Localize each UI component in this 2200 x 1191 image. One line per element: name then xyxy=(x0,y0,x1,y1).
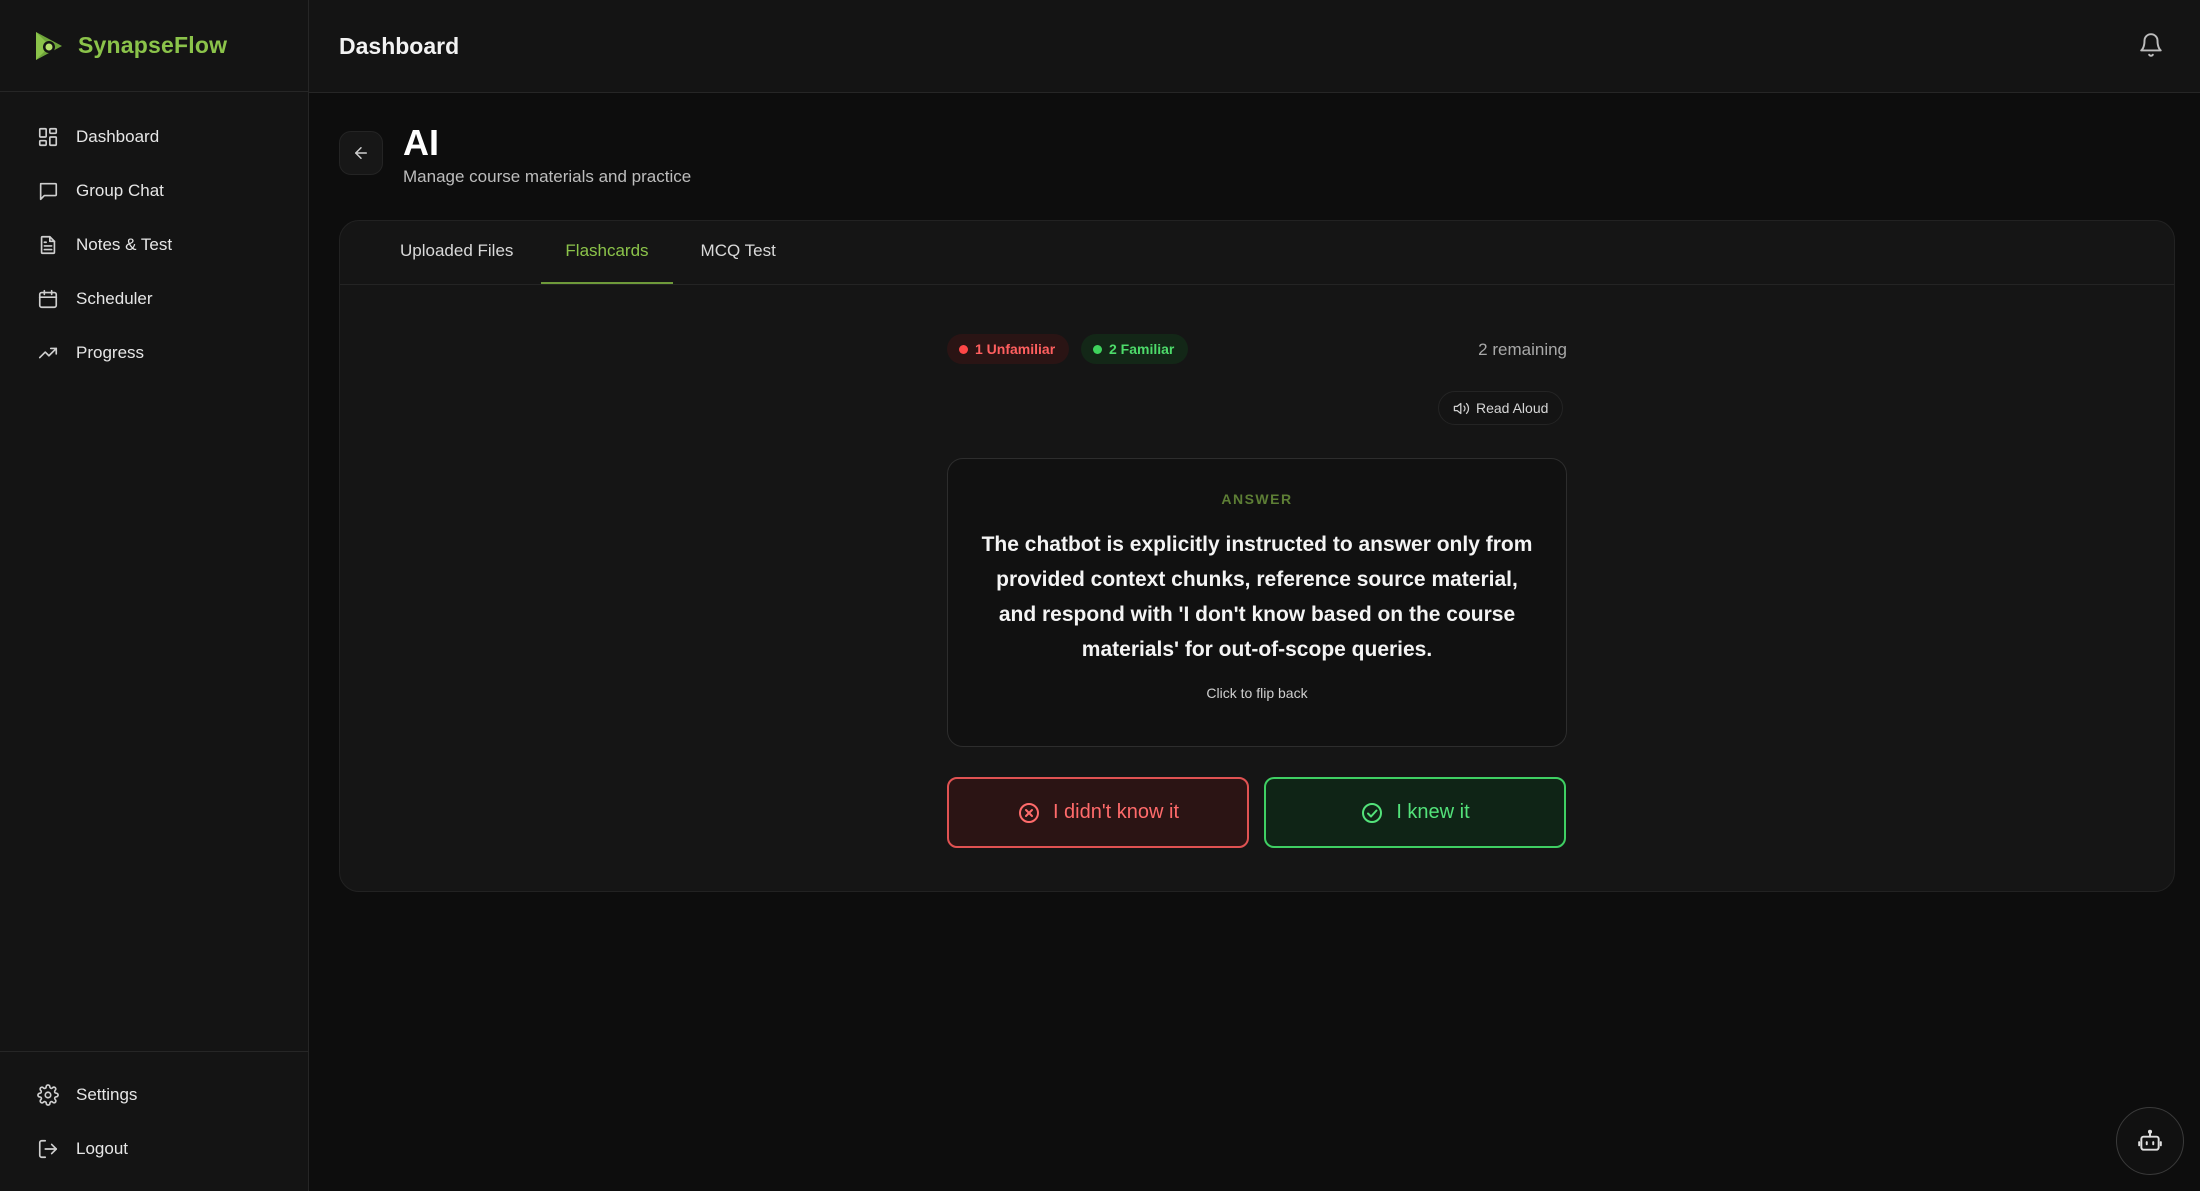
sidebar-item-label: Dashboard xyxy=(76,127,160,146)
remaining-count: 2 remaining xyxy=(1478,340,1567,359)
arrow-left-icon xyxy=(355,147,367,159)
read-aloud-label: Read Aloud xyxy=(1476,400,1549,416)
familiar-count: 2 Familiar xyxy=(1109,341,1175,357)
synapseflow-logo-icon xyxy=(36,31,62,60)
page-header: AI Manage course materials and practice xyxy=(339,123,691,187)
tab-uploaded-files[interactable]: Uploaded Files xyxy=(376,220,537,284)
flashcard-text: The chatbot is explicitly instructed to … xyxy=(981,533,1533,661)
tab-flashcards[interactable]: Flashcards xyxy=(541,220,673,284)
chat-icon xyxy=(36,179,60,203)
didnt-know-button[interactable]: I didn't know it xyxy=(947,777,1249,848)
gear-icon xyxy=(36,1083,60,1107)
unfamiliar-dot-icon xyxy=(959,344,968,354)
check-circle-icon xyxy=(1362,802,1383,823)
sidebar-item-label: Settings xyxy=(76,1085,138,1104)
course-panel: Uploaded Files Flashcards MCQ Test 1 Unf… xyxy=(339,220,2175,892)
tab-bar: Uploaded Files Flashcards MCQ Test xyxy=(340,221,2174,285)
sidebar-item-settings[interactable]: Settings xyxy=(0,1068,308,1122)
bell-icon[interactable] xyxy=(2138,32,2164,58)
knew-it-label: I knew it xyxy=(1396,801,1470,823)
document-icon xyxy=(36,233,60,257)
sidebar-item-scheduler[interactable]: Scheduler xyxy=(0,272,308,326)
sidebar-item-logout[interactable]: Logout xyxy=(0,1122,308,1176)
unfamiliar-badge: 1 Unfamiliar xyxy=(947,334,1070,364)
brand-name: SynapseFlow xyxy=(78,32,228,58)
flip-hint: Click to flip back xyxy=(1206,685,1308,701)
sidebar-item-group-chat[interactable]: Group Chat xyxy=(0,164,308,218)
logout-icon xyxy=(36,1137,60,1161)
read-aloud-button[interactable]: Read Aloud xyxy=(1438,391,1564,425)
back-button[interactable] xyxy=(339,131,383,175)
trending-up-icon xyxy=(36,341,60,365)
familiar-badge: 2 Familiar xyxy=(1081,334,1189,364)
sidebar-bottom: Settings Logout xyxy=(0,1051,308,1191)
flashcard-stats: 1 Unfamiliar 2 Familiar 2 remaining xyxy=(947,334,1567,364)
chatbot-fab[interactable] xyxy=(2116,1107,2184,1175)
sidebar-nav: Dashboard Group Chat Notes & Test Schedu… xyxy=(0,92,308,380)
calendar-icon xyxy=(36,287,60,311)
x-circle-icon xyxy=(1018,802,1039,823)
sidebar-item-notes-test[interactable]: Notes & Test xyxy=(0,218,308,272)
main-content: AI Manage course materials and practice … xyxy=(309,93,2200,1191)
sidebar-item-progress[interactable]: Progress xyxy=(0,326,308,380)
page-heading-group: AI Manage course materials and practice xyxy=(403,123,691,187)
tab-mcq-test[interactable]: MCQ Test xyxy=(677,220,800,284)
didnt-know-label: I didn't know it xyxy=(1052,801,1180,823)
familiar-dot-icon xyxy=(1093,344,1102,354)
flashcard[interactable]: ANSWER The chatbot is explicitly instruc… xyxy=(947,458,1567,747)
speaker-icon xyxy=(1453,402,1470,414)
page-title: AI xyxy=(403,122,439,163)
sidebar-item-label: Notes & Test xyxy=(76,235,173,254)
brand[interactable]: SynapseFlow xyxy=(0,0,308,92)
bot-icon xyxy=(2138,1129,2162,1151)
sidebar-item-label: Progress xyxy=(76,343,145,362)
sidebar-item-label: Logout xyxy=(76,1139,128,1158)
sidebar-item-label: Scheduler xyxy=(76,289,153,308)
header-title: Dashboard xyxy=(339,32,460,59)
top-bar: Dashboard xyxy=(309,0,2200,93)
app-root: SynapseFlow Dashboard Group Chat Notes &… xyxy=(0,0,2200,1191)
knew-it-button[interactable]: I knew it xyxy=(1264,777,1566,848)
sidebar-item-dashboard[interactable]: Dashboard xyxy=(0,110,308,164)
grid-icon xyxy=(36,125,60,149)
flashcard-side-label: ANSWER xyxy=(1221,491,1293,507)
sidebar-item-label: Group Chat xyxy=(76,181,164,200)
unfamiliar-count: 1 Unfamiliar xyxy=(975,341,1056,357)
page-subtitle: Manage course materials and practice xyxy=(403,167,692,186)
sidebar: SynapseFlow Dashboard Group Chat Notes &… xyxy=(0,0,309,1191)
